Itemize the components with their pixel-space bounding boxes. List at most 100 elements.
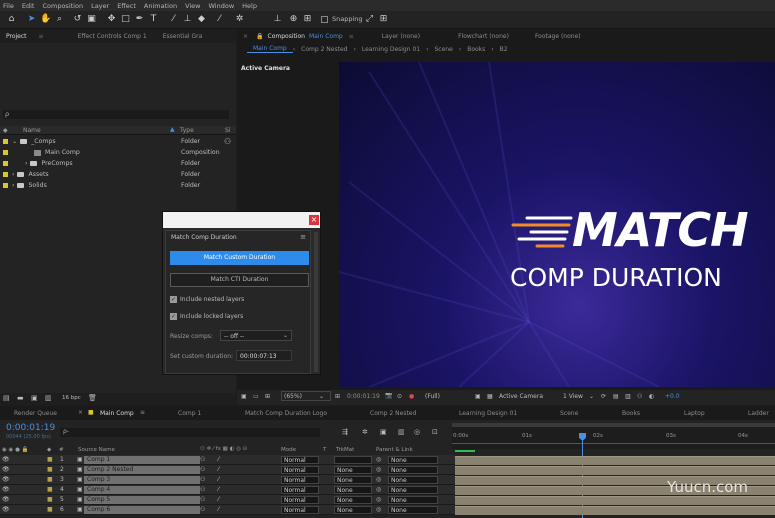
- pickwhip-icon[interactable]: ◎: [376, 506, 381, 513]
- tab-laptop[interactable]: Laptop: [684, 410, 705, 417]
- panel-menu-icon[interactable]: ≡: [140, 409, 145, 416]
- match-custom-duration-button[interactable]: Match Custom Duration: [170, 251, 309, 265]
- panel-menu-icon[interactable]: ≡: [345, 33, 358, 40]
- bpc-label[interactable]: 16 bpc: [62, 395, 81, 401]
- clone-tool-icon[interactable]: ⊥: [182, 14, 193, 25]
- parent-dropdown[interactable]: None: [388, 506, 438, 514]
- av-features-icon[interactable]: ◉ ◉ ● 🔒: [2, 447, 29, 453]
- trkmat-dropdown[interactable]: None: [334, 506, 372, 514]
- toggle-pixel-icon[interactable]: ⟳: [601, 393, 606, 400]
- tab-render-queue[interactable]: Render Queue: [14, 410, 57, 417]
- type-tool-icon[interactable]: T: [148, 14, 159, 25]
- column-type[interactable]: Type: [180, 127, 194, 134]
- mode-dropdown[interactable]: Normal: [281, 476, 319, 484]
- rotate-tool-icon[interactable]: ↺: [72, 14, 83, 25]
- trkmat-dropdown[interactable]: [334, 456, 372, 464]
- eye-icon[interactable]: 👁: [2, 506, 10, 513]
- interpret-footage-icon[interactable]: ▤: [3, 394, 10, 402]
- collapse-switch-icon[interactable]: ⚇: [200, 506, 205, 513]
- menu-animation[interactable]: Animation: [144, 2, 177, 10]
- layer-bar[interactable]: [455, 506, 775, 515]
- sort-arrow-icon[interactable]: ▲: [170, 126, 175, 133]
- breadcrumb-item[interactable]: Learning Design 01: [356, 46, 426, 53]
- mode-dropdown[interactable]: Normal: [281, 496, 319, 504]
- quality-switch-icon[interactable]: ⁄: [218, 486, 219, 493]
- tab-footage[interactable]: Footage (none): [529, 33, 587, 40]
- list-item[interactable]: › Assets Folder: [0, 169, 236, 180]
- world-axis-icon[interactable]: ⊕: [288, 14, 299, 25]
- view-axis-icon[interactable]: ⊞: [302, 14, 313, 25]
- pickwhip-icon[interactable]: ◎: [376, 476, 381, 483]
- column-source-name[interactable]: Source Name: [78, 447, 115, 453]
- resolution-dropdown[interactable]: (Full): [425, 393, 440, 400]
- quality-switch-icon[interactable]: ⁄: [218, 506, 219, 513]
- panel-menu-icon[interactable]: ≡: [33, 33, 50, 40]
- tab-comp-name[interactable]: Main Comp: [307, 33, 345, 40]
- quality-switch-icon[interactable]: ⁄: [218, 476, 219, 483]
- label-swatch[interactable]: ■: [47, 496, 53, 503]
- flowchart-icon[interactable]: ⚇: [224, 137, 231, 146]
- tab-logo[interactable]: Match Comp Duration Logo: [245, 410, 327, 417]
- snap-grid-icon[interactable]: ⊞: [378, 14, 389, 25]
- exposure-icon[interactable]: ◐: [649, 393, 654, 400]
- zoom-chevron-icon[interactable]: ⌄: [319, 393, 324, 400]
- footer-timecode[interactable]: 0:00:01:19: [347, 393, 380, 400]
- breadcrumb-item[interactable]: B2: [494, 46, 514, 53]
- table-row[interactable]: 👁 ■ 3 ▣ Comp 3 ⚇ ⁄ Normal None ◎ None: [0, 475, 455, 485]
- label-column-icon[interactable]: ◆: [3, 127, 8, 134]
- mode-dropdown[interactable]: Normal: [281, 486, 319, 494]
- pickwhip-icon[interactable]: ◎: [376, 466, 381, 473]
- layer-name[interactable]: Comp 3: [84, 476, 200, 484]
- menu-layer[interactable]: Layer: [91, 2, 109, 10]
- roto-brush-icon[interactable]: ⁄: [214, 14, 225, 25]
- layer-name[interactable]: Comp 6: [84, 506, 200, 514]
- parent-dropdown[interactable]: None: [388, 496, 438, 504]
- tab-comp-2-nested[interactable]: Comp 2 Nested: [370, 410, 416, 417]
- menu-window[interactable]: Window: [209, 2, 235, 10]
- pan-behind-tool-icon[interactable]: ✥: [106, 14, 117, 25]
- flowchart-icon[interactable]: ⚇: [637, 393, 642, 400]
- tab-layer[interactable]: Layer (none): [376, 33, 426, 40]
- panel-menu-icon[interactable]: ≡: [300, 233, 306, 241]
- tab-flowchart[interactable]: Flowchart (none): [452, 33, 515, 40]
- mode-dropdown[interactable]: Normal: [281, 466, 319, 474]
- collapse-switch-icon[interactable]: ⚇: [200, 486, 205, 493]
- layer-bar[interactable]: [455, 466, 775, 475]
- custom-duration-input[interactable]: 00:00:07:13: [236, 350, 292, 361]
- column-parent[interactable]: Parent & Link: [376, 447, 413, 453]
- parent-dropdown[interactable]: None: [388, 486, 438, 494]
- work-area-bar[interactable]: [452, 423, 775, 427]
- snapshot-icon[interactable]: 📷: [385, 392, 392, 399]
- layer-name[interactable]: Comp 5: [84, 496, 200, 504]
- views-dropdown[interactable]: 1 View: [563, 393, 583, 400]
- pickwhip-icon[interactable]: ◎: [376, 496, 381, 503]
- collapse-switch-icon[interactable]: ⚇: [200, 456, 205, 463]
- eye-icon[interactable]: 👁: [2, 456, 10, 463]
- monitor-icon[interactable]: ▭: [253, 393, 259, 400]
- match-cti-duration-button[interactable]: Match CTI Duration: [170, 273, 309, 287]
- close-icon[interactable]: ×: [237, 33, 254, 40]
- menu-file[interactable]: File: [3, 2, 14, 10]
- comp-mini-flowchart-icon[interactable]: ⇶: [342, 428, 348, 436]
- collapse-switch-icon[interactable]: ⚇: [200, 476, 205, 483]
- grid-icon[interactable]: ⊞: [335, 393, 340, 400]
- layer-bar[interactable]: [455, 496, 775, 505]
- shape-tool-icon[interactable]: □: [120, 14, 131, 25]
- breadcrumb-item[interactable]: Books: [461, 46, 491, 53]
- collapse-switch-icon[interactable]: ⚇: [200, 496, 205, 503]
- transparency-icon[interactable]: ▦: [487, 393, 493, 400]
- comp-viewer[interactable]: MATCH COMP DURATION: [339, 62, 775, 387]
- list-item[interactable]: › PreComps Folder: [0, 158, 236, 169]
- quality-switch-icon[interactable]: ⁄: [218, 456, 219, 463]
- breadcrumb-item[interactable]: Scene: [429, 46, 459, 53]
- column-mode[interactable]: Mode: [281, 447, 296, 453]
- list-item[interactable]: › Solids Folder: [0, 180, 236, 191]
- label-swatch[interactable]: ■: [47, 456, 53, 463]
- views-chevron-icon[interactable]: ⌄: [589, 393, 594, 400]
- shy-icon[interactable]: ▣: [380, 428, 387, 436]
- axis-icon[interactable]: ⊥: [272, 14, 283, 25]
- eraser-tool-icon[interactable]: ◆: [196, 14, 207, 25]
- project-settings-icon[interactable]: ▥: [45, 394, 52, 402]
- selection-tool-icon[interactable]: ➤: [26, 14, 37, 25]
- chevron-down-icon[interactable]: ⌄: [283, 332, 288, 339]
